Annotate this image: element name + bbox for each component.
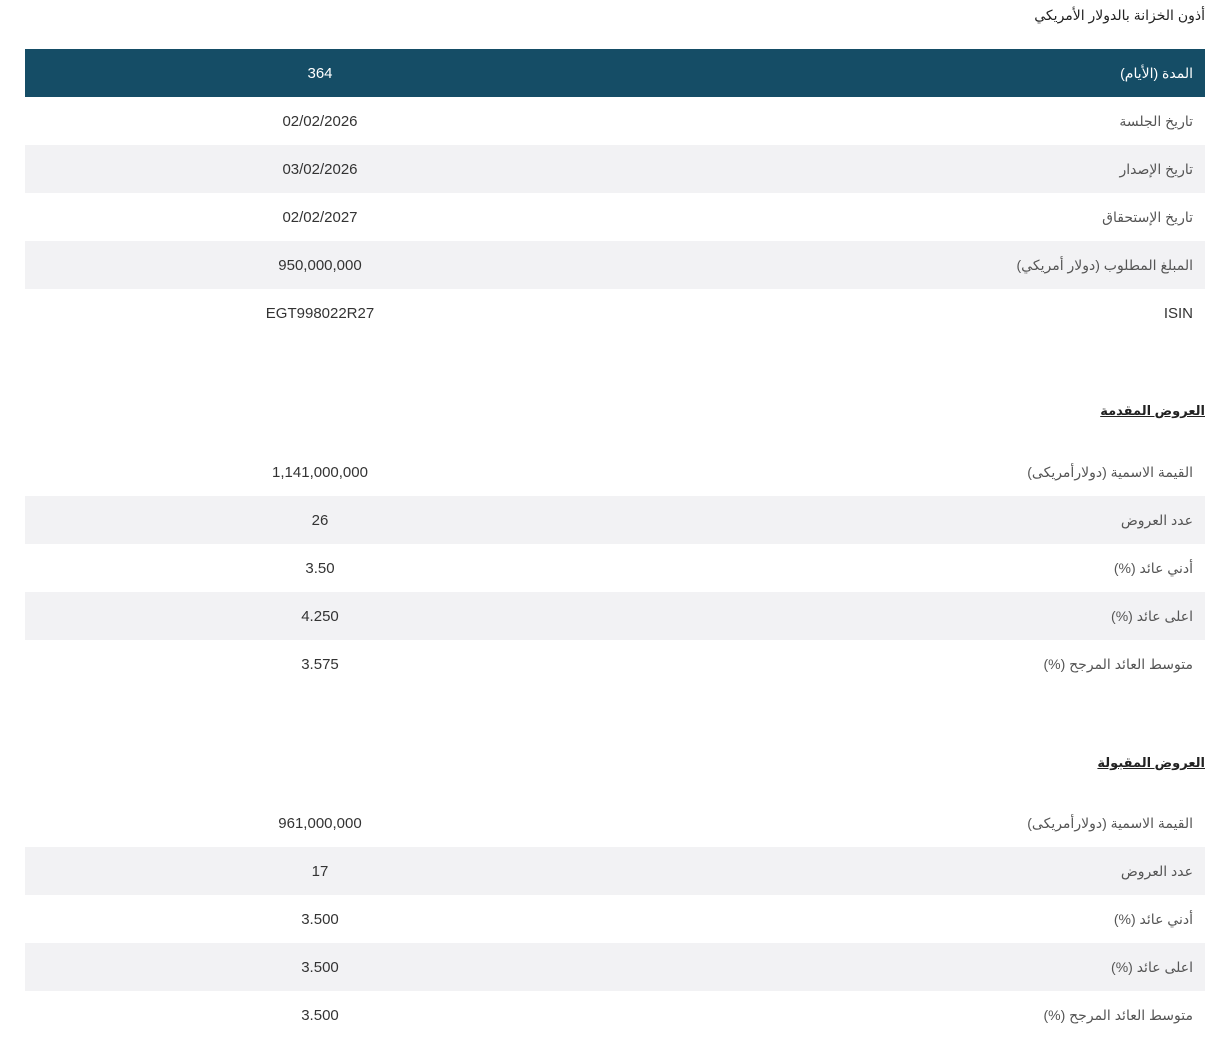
accepted-min-yield-label: أدني عائد (%) xyxy=(1113,910,1193,927)
accepted-nominal-value: 961,000,000 xyxy=(278,814,362,832)
accepted-count-value: 17 xyxy=(311,862,329,880)
accepted-bids-table: 961,000,000 القيمة الاسمية (دولارأمريكى)… xyxy=(25,799,1205,1039)
isin-value: EGT998022R27 xyxy=(265,304,375,322)
offered-max-yield-value: 4.250 xyxy=(301,607,339,625)
table-row: 02/02/2026 تاريخ الجلسة xyxy=(25,97,1205,145)
table-row: 02/02/2027 تاريخ الإستحقاق xyxy=(25,193,1205,241)
issue-date-value: 03/02/2026 xyxy=(282,160,358,178)
offered-avg-yield-label: متوسط العائد المرجح (%) xyxy=(1043,655,1193,672)
issue-date-label: تاريخ الإصدار xyxy=(1119,160,1193,177)
table-row: 17 عدد العروض xyxy=(25,847,1205,895)
accepted-nominal-label: القيمة الاسمية (دولارأمريكى) xyxy=(1027,814,1193,831)
table-row: 3.50 أدني عائد (%) xyxy=(25,544,1205,592)
accepted-max-yield-label: اعلى عائد (%) xyxy=(1111,958,1193,975)
accepted-min-yield-value: 3.500 xyxy=(301,910,339,928)
offered-nominal-label: القيمة الاسمية (دولارأمريكى) xyxy=(1027,463,1193,480)
table-row: 1,141,000,000 القيمة الاسمية (دولارأمريك… xyxy=(25,448,1205,496)
isin-label: ISIN xyxy=(1163,304,1193,322)
table-row: 961,000,000 القيمة الاسمية (دولارأمريكى) xyxy=(25,799,1205,847)
table-row: 3.500 أدني عائد (%) xyxy=(25,895,1205,943)
table-row: 3.500 اعلى عائد (%) xyxy=(25,943,1205,991)
accepted-count-label: عدد العروض xyxy=(1120,862,1193,879)
offered-max-yield-label: اعلى عائد (%) xyxy=(1111,607,1193,624)
required-amount-value: 950,000,000 xyxy=(278,256,362,274)
table-header-row: 364 المدة (الأيام) xyxy=(25,49,1205,97)
offered-count-label: عدد العروض xyxy=(1120,511,1193,528)
accepted-avg-yield-value: 3.500 xyxy=(301,1006,339,1024)
page-title: أذون الخزانة بالدولار الأمريكي xyxy=(1034,7,1205,23)
table-row: 03/02/2026 تاريخ الإصدار xyxy=(25,145,1205,193)
offered-bids-table: 1,141,000,000 القيمة الاسمية (دولارأمريك… xyxy=(25,448,1205,688)
maturity-date-label: تاريخ الإستحقاق xyxy=(1102,208,1193,225)
session-date-value: 02/02/2026 xyxy=(282,112,358,130)
offered-nominal-value: 1,141,000,000 xyxy=(272,463,368,481)
tenor-days-value: 364 xyxy=(307,64,333,82)
offered-min-yield-value: 3.50 xyxy=(305,559,335,577)
table-row: 4.250 اعلى عائد (%) xyxy=(25,592,1205,640)
offered-avg-yield-value: 3.575 xyxy=(301,655,339,673)
offered-min-yield-label: أدني عائد (%) xyxy=(1113,559,1193,576)
tenor-days-label: المدة (الأيام) xyxy=(1120,64,1193,81)
table-row: 26 عدد العروض xyxy=(25,496,1205,544)
table-row: 950,000,000 المبلغ المطلوب (دولار أمريكي… xyxy=(25,241,1205,289)
maturity-date-value: 02/02/2027 xyxy=(282,208,358,226)
accepted-max-yield-value: 3.500 xyxy=(301,958,339,976)
offered-bids-heading: العروض المقدمة xyxy=(1100,403,1205,418)
accepted-bids-heading: العروض المقبولة xyxy=(1097,755,1205,770)
tender-details-table: 364 المدة (الأيام) 02/02/2026 تاريخ الجل… xyxy=(25,49,1205,337)
session-date-label: تاريخ الجلسة xyxy=(1119,112,1193,129)
accepted-avg-yield-label: متوسط العائد المرجح (%) xyxy=(1043,1006,1193,1023)
offered-count-value: 26 xyxy=(311,511,329,529)
table-row: EGT998022R27 ISIN xyxy=(25,289,1205,337)
required-amount-label: المبلغ المطلوب (دولار أمريكي) xyxy=(1016,256,1193,273)
table-row: 3.575 متوسط العائد المرجح (%) xyxy=(25,640,1205,688)
table-row: 3.500 متوسط العائد المرجح (%) xyxy=(25,991,1205,1039)
